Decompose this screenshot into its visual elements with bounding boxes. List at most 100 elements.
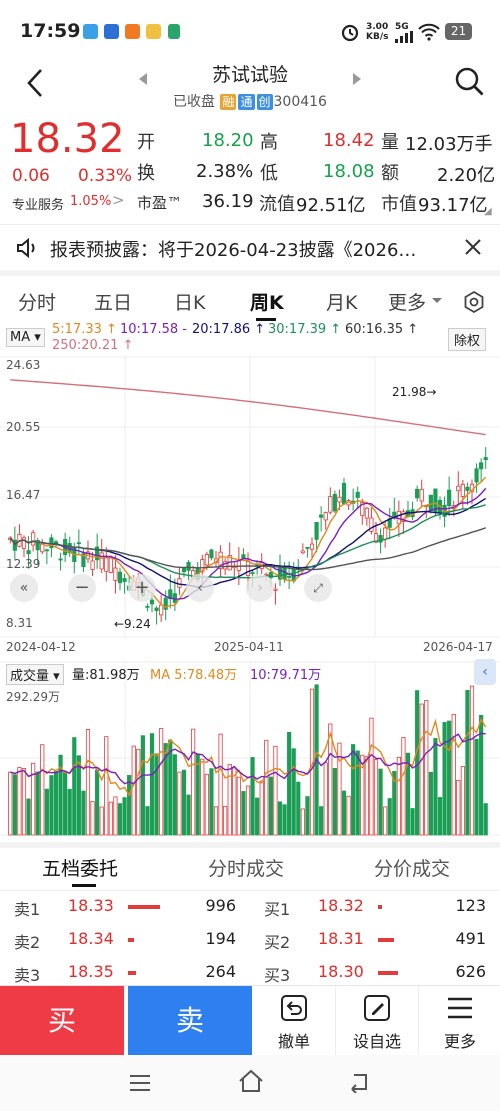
expand-icon[interactable]: ◢: [484, 206, 492, 217]
tab-price-trades[interactable]: 分价成交: [374, 854, 450, 881]
candle-body: [99, 552, 104, 570]
candle-body: [287, 575, 292, 578]
candle-body: [309, 543, 315, 550]
notice-text[interactable]: 报表预披露：将于2026-04-23披露《2026…: [50, 236, 416, 262]
volume-max-tick: 292.29万: [6, 690, 60, 704]
amount-label: 额: [381, 163, 399, 184]
candle-body: [245, 561, 251, 577]
buy-qty: 491: [455, 929, 486, 948]
volume-bar: [53, 771, 59, 836]
scroll-left-icon[interactable]: «: [10, 574, 38, 602]
volume-bar: [323, 762, 328, 836]
volume-bar: [355, 750, 360, 836]
candle-body: [323, 512, 328, 521]
candle-body: [456, 485, 461, 492]
settings-icon[interactable]: [462, 290, 486, 314]
turnover-value: 2.38%: [196, 161, 254, 182]
battery-indicator: 21: [445, 23, 472, 40]
recent-apps-icon[interactable]: [128, 1073, 152, 1093]
tab-monthly-k[interactable]: 月K: [326, 288, 357, 315]
volume-ma5: MA 5:78.48万: [150, 668, 238, 683]
volume-bar: [227, 763, 232, 836]
trade-detail-tabs: 五档委托 分时成交 分价成交: [0, 842, 500, 890]
next-stock-icon[interactable]: [352, 72, 362, 86]
turnover-label: 换: [137, 163, 155, 184]
cancel-order-button[interactable]: 撤单: [254, 986, 334, 1056]
buy-price[interactable]: 18.31: [318, 929, 364, 948]
tab-time-trades[interactable]: 分时成交: [208, 854, 284, 881]
message-notification-icon: [104, 24, 119, 39]
candle-body: [328, 496, 333, 513]
volume-bar: [35, 771, 40, 836]
pro-service-value[interactable]: 1.05%: [70, 194, 111, 209]
app-notification-icon: [146, 24, 161, 39]
buy-price[interactable]: 18.30: [318, 962, 364, 981]
tab-order-book[interactable]: 五档委托: [42, 854, 118, 881]
volume-bar: [469, 685, 475, 836]
sell-price[interactable]: 18.33: [68, 896, 114, 915]
search-icon[interactable]: [454, 66, 486, 98]
home-icon[interactable]: [238, 1069, 264, 1093]
buy-button[interactable]: 买: [0, 986, 124, 1056]
back-nav-icon[interactable]: [348, 1071, 372, 1093]
more-button[interactable]: 更多: [418, 986, 500, 1056]
zoom-in-icon[interactable]: +: [128, 574, 156, 602]
volume-bar: [291, 748, 296, 836]
notice-bar[interactable]: 报表预披露：将于2026-04-23披露《2026…: [0, 224, 500, 268]
chevron-down-icon[interactable]: [431, 297, 443, 305]
tab-five-day[interactable]: 五日: [94, 288, 132, 315]
close-icon[interactable]: [464, 238, 482, 256]
y-tick: 24.63: [6, 358, 41, 372]
volume-bar: [424, 700, 429, 836]
volume-bar: [127, 775, 132, 836]
tab-intraday[interactable]: 分时: [18, 288, 56, 315]
volume-bar: [218, 733, 223, 836]
float-cap-label: 流值: [259, 194, 295, 215]
next-icon[interactable]: ›: [246, 574, 274, 602]
status-bar: 17:59 3.00 KB/s 5G 21: [0, 0, 500, 60]
volume-bar: [255, 797, 260, 836]
candle-body: [204, 554, 209, 566]
signal-icon: [395, 31, 413, 43]
candle-body: [241, 554, 246, 559]
sell-price[interactable]: 18.34: [68, 929, 114, 948]
cancel-order-label: 撤单: [277, 1032, 310, 1051]
volume-bar: [128, 971, 136, 975]
volume-bar: [213, 806, 219, 836]
more-label: 更多: [443, 1032, 476, 1051]
menu-icon: [448, 997, 472, 1019]
collapse-panel-icon[interactable]: ‹: [474, 659, 496, 685]
action-bar: 买 卖 撤单 设自选 更多: [0, 985, 500, 1056]
last-price: 18.32: [10, 116, 125, 162]
low-label: 低: [260, 163, 278, 184]
buy-qty: 123: [455, 896, 486, 915]
tab-weekly-k[interactable]: 周K: [250, 288, 284, 315]
volume-bar: [44, 788, 49, 836]
volume-bar: [223, 805, 228, 836]
zoom-out-icon[interactable]: −: [68, 574, 96, 602]
prev-icon[interactable]: ‹: [186, 574, 214, 602]
add-watchlist-button[interactable]: 设自选: [335, 986, 417, 1056]
volume-bar: [72, 737, 77, 836]
candle-body: [355, 491, 360, 498]
indicator-selector-label: 成交量: [10, 669, 50, 684]
chevron-right-icon[interactable]: >: [112, 191, 125, 209]
buy-price[interactable]: 18.32: [318, 896, 364, 915]
candle-body: [415, 488, 420, 499]
pro-service-label[interactable]: 专业服务: [12, 194, 64, 213]
tab-more[interactable]: 更多: [388, 288, 426, 315]
sell-price[interactable]: 18.35: [68, 962, 114, 981]
volume-bar: [305, 796, 310, 836]
volume-bar: [195, 753, 200, 836]
sell-button[interactable]: 卖: [128, 986, 252, 1056]
volume-bar: [181, 769, 187, 836]
volume-bar: [122, 797, 127, 836]
market-cap-value: 93.17亿: [418, 195, 488, 216]
market-cap-label: 市值: [381, 194, 417, 215]
candle-body: [419, 489, 424, 502]
kline-chart-area[interactable]: MA ▾ 5:17.33 ↑ 10:17.58 - 20:17.86 ↑ 30:…: [0, 322, 500, 842]
indicator-selector[interactable]: 成交量 ▾: [6, 664, 64, 685]
tab-daily-k[interactable]: 日K: [174, 288, 205, 315]
fullscreen-icon[interactable]: ⤢: [304, 574, 332, 602]
volume-bar: [277, 801, 283, 836]
